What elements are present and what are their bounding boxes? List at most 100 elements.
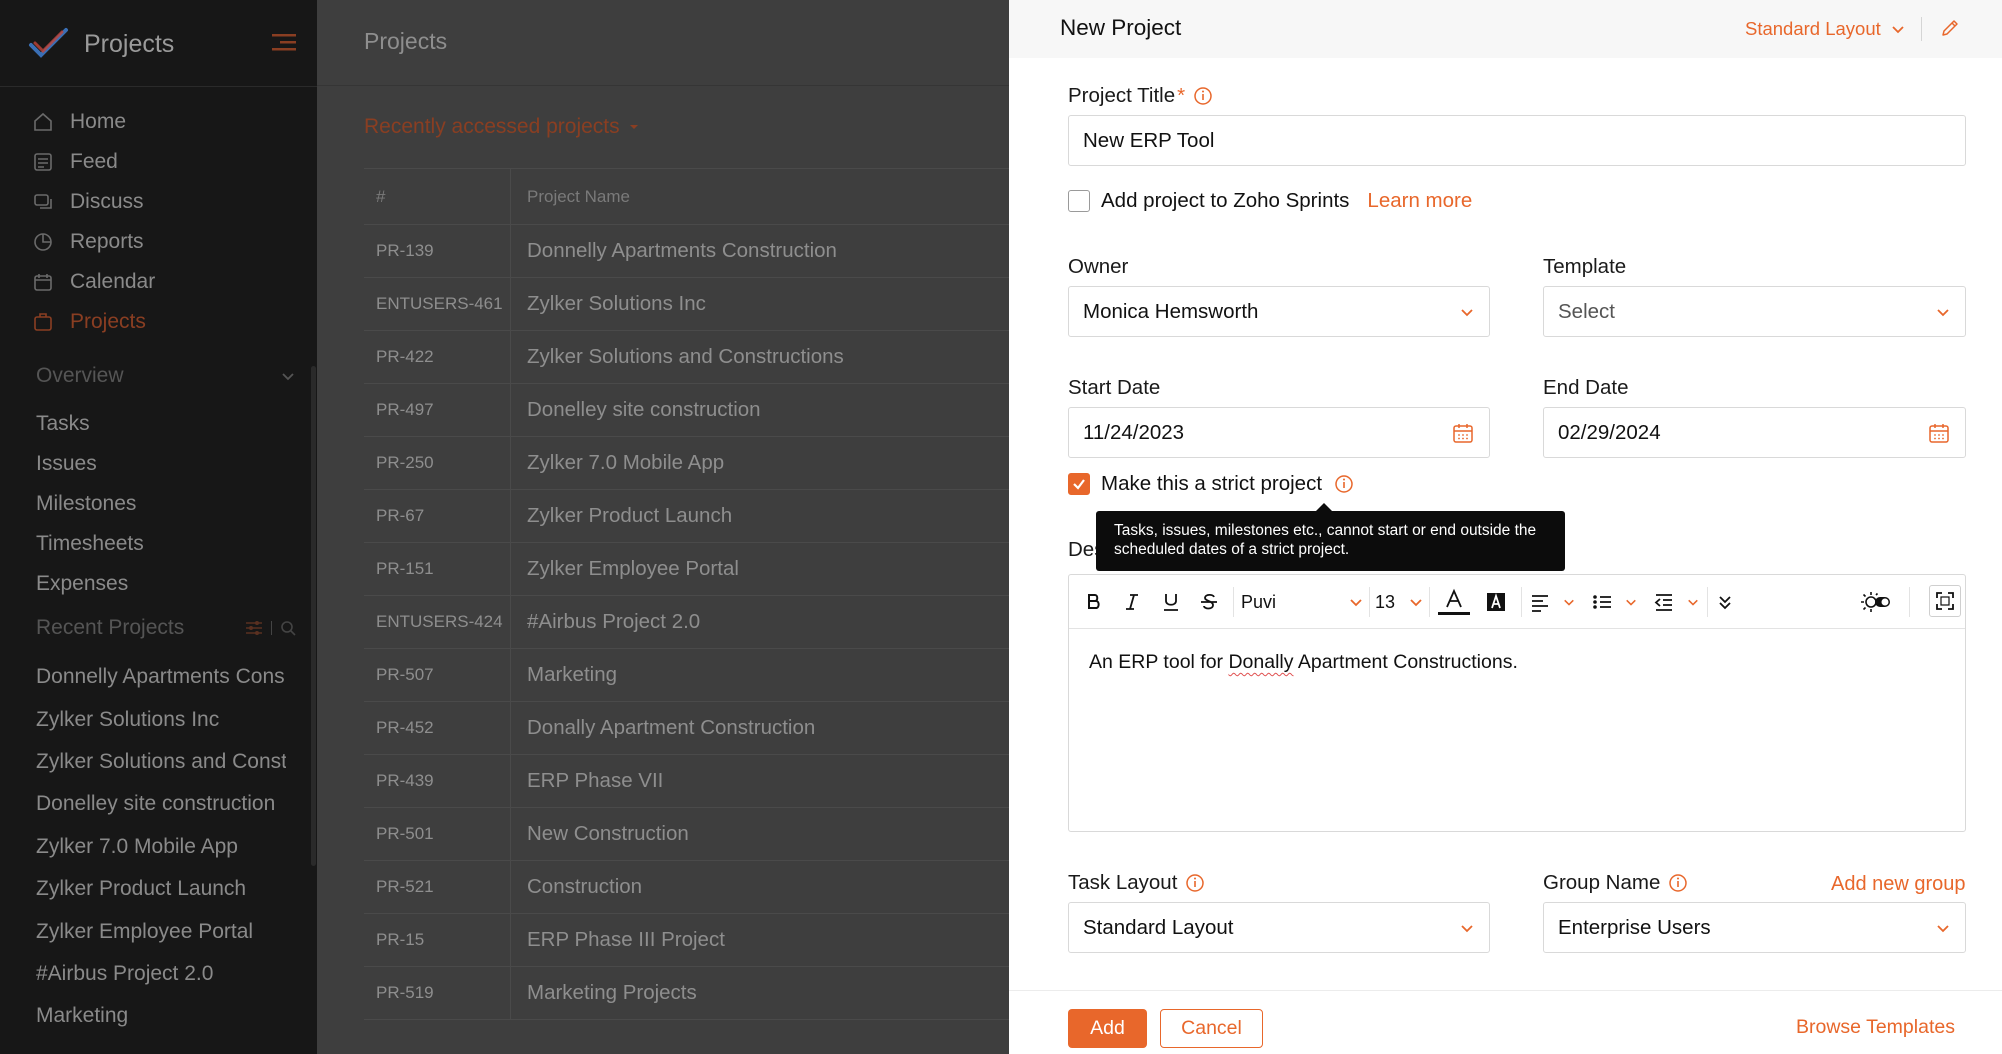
project-name[interactable]: Zylker Solutions and Constructions <box>511 345 844 369</box>
sidebar-item-projects[interactable]: Projects <box>32 302 302 342</box>
layout-dropdown[interactable]: Standard Layout <box>1745 18 1905 40</box>
content-text-start: An ERP tool for <box>1089 651 1229 673</box>
project-name[interactable]: Zylker Product Launch <box>511 504 732 528</box>
start-date-input[interactable]: 11/24/2023 <box>1068 407 1490 458</box>
end-date-label: End Date <box>1543 376 1629 399</box>
recent-project-item[interactable]: Zylker Product Launch <box>36 868 286 910</box>
list-dropdown[interactable] <box>1591 589 1637 615</box>
theme-toggle-button[interactable] <box>1859 589 1893 615</box>
table-row[interactable]: PR-422 Zylker Solutions and Constructions <box>364 331 1009 384</box>
strict-project-checkbox[interactable] <box>1068 473 1090 495</box>
info-icon[interactable] <box>1668 873 1688 893</box>
sidebar-item-tasks[interactable]: Tasks <box>36 404 296 444</box>
fullscreen-button[interactable] <box>1929 585 1961 617</box>
table-row[interactable]: ENTUSERS-424 #Airbus Project 2.0 <box>364 596 1009 649</box>
table-row[interactable]: PR-250 Zylker 7.0 Mobile App <box>364 437 1009 490</box>
filter-icon[interactable] <box>245 620 263 636</box>
recent-project-item[interactable]: Donelley site construction <box>36 783 286 825</box>
table-row[interactable]: PR-452 Donally Apartment Construction <box>364 702 1009 755</box>
add-new-group-link[interactable]: Add new group <box>1831 873 1966 896</box>
calendar-icon[interactable] <box>1451 421 1475 445</box>
table-row[interactable]: PR-67 Zylker Product Launch <box>364 490 1009 543</box>
recent-project-item[interactable]: Zylker Solutions and Const <box>36 741 286 783</box>
sidebar-item-reports[interactable]: Reports <box>32 222 302 262</box>
template-select[interactable]: Select <box>1543 286 1966 337</box>
description-editor[interactable]: Puvi 13 An ERP tool for Donally Apartmen… <box>1068 574 1966 832</box>
indent-dropdown[interactable] <box>1653 589 1699 615</box>
overview-section-header[interactable]: Overview <box>36 364 296 388</box>
checkmark-icon <box>1073 479 1085 490</box>
calendar-icon[interactable] <box>1927 421 1951 445</box>
font-size-select[interactable]: 13 <box>1375 589 1423 615</box>
strikethrough-button[interactable] <box>1196 589 1222 615</box>
project-name[interactable]: Marketing <box>511 663 617 687</box>
sidebar-item-milestones[interactable]: Milestones <box>36 484 296 524</box>
table-row[interactable]: PR-497 Donelley site construction <box>364 384 1009 437</box>
learn-more-link[interactable]: Learn more <box>1367 189 1472 213</box>
project-name[interactable]: New Construction <box>511 822 689 846</box>
project-name[interactable]: Donally Apartment Construction <box>511 716 815 740</box>
underline-button[interactable] <box>1158 589 1184 615</box>
project-name[interactable]: ERP Phase III Project <box>511 928 725 952</box>
project-name[interactable]: ERP Phase VII <box>511 769 663 793</box>
highlight-color-button[interactable] <box>1483 589 1509 615</box>
table-row[interactable]: PR-501 New Construction <box>364 808 1009 861</box>
bold-button[interactable] <box>1081 589 1107 615</box>
sidebar-item-feed[interactable]: Feed <box>32 142 302 182</box>
table-row[interactable]: PR-439 ERP Phase VII <box>364 755 1009 808</box>
sidebar-item-discuss[interactable]: Discuss <box>32 182 302 222</box>
brand[interactable]: Projects <box>28 24 174 64</box>
add-button[interactable]: Add <box>1068 1009 1147 1048</box>
project-name[interactable]: Donelley site construction <box>511 398 761 422</box>
recent-project-item[interactable]: #Airbus Project 2.0 <box>36 953 286 995</box>
project-name[interactable]: Construction <box>511 875 642 899</box>
table-row[interactable]: PR-521 Construction <box>364 861 1009 914</box>
project-name[interactable]: Donnelly Apartments Construction <box>511 239 837 263</box>
recent-project-item[interactable]: Zylker Solutions Inc <box>36 698 286 740</box>
info-icon[interactable] <box>1334 474 1354 494</box>
task-layout-select[interactable]: Standard Layout <box>1068 902 1490 953</box>
project-name[interactable]: Zylker Solutions Inc <box>511 292 706 316</box>
sidebar-scrollbar[interactable] <box>311 366 316 866</box>
sprints-checkbox[interactable] <box>1068 190 1090 212</box>
recently-accessed-dropdown[interactable]: Recently accessed projects <box>364 115 640 139</box>
font-family-select[interactable]: Puvi <box>1241 589 1363 615</box>
project-name[interactable]: Marketing Projects <box>511 981 697 1005</box>
tooltip-text: Tasks, issues, milestones etc., cannot s… <box>1114 522 1537 558</box>
collapse-menu-icon[interactable] <box>272 32 296 52</box>
project-title-input[interactable]: New ERP Tool <box>1068 115 1966 166</box>
more-options-button[interactable] <box>1713 589 1737 615</box>
sidebar-item-calendar[interactable]: Calendar <box>32 262 302 302</box>
recent-project-item[interactable]: Marketing <box>36 995 286 1037</box>
table-row[interactable]: PR-519 Marketing Projects <box>364 967 1009 1020</box>
editor-content[interactable]: An ERP tool for Donally Apartment Constr… <box>1089 651 1518 674</box>
cancel-button[interactable]: Cancel <box>1160 1009 1263 1048</box>
table-row[interactable]: PR-139 Donnelly Apartments Construction <box>364 225 1009 278</box>
end-date-input[interactable]: 02/29/2024 <box>1543 407 1966 458</box>
align-dropdown[interactable] <box>1529 589 1575 615</box>
group-name-select[interactable]: Enterprise Users <box>1543 902 1966 953</box>
recent-project-item[interactable]: Donnelly Apartments Cons <box>36 656 286 698</box>
italic-button[interactable] <box>1119 589 1145 615</box>
search-icon[interactable] <box>280 620 296 636</box>
recent-project-item[interactable]: Zylker Employee Portal <box>36 910 286 952</box>
edit-pencil-icon[interactable] <box>1939 17 1961 39</box>
table-row[interactable]: PR-15 ERP Phase III Project <box>364 914 1009 967</box>
browse-templates-link[interactable]: Browse Templates <box>1796 1016 1955 1039</box>
table-row[interactable]: ENTUSERS-461 Zylker Solutions Inc <box>364 278 1009 331</box>
text-color-button[interactable] <box>1437 588 1471 615</box>
recent-project-item[interactable]: Zylker 7.0 Mobile App <box>36 826 286 868</box>
project-name[interactable]: Zylker Employee Portal <box>511 557 739 581</box>
table-row[interactable]: PR-151 Zylker Employee Portal <box>364 543 1009 596</box>
sidebar-item-timesheets[interactable]: Timesheets <box>36 524 296 564</box>
project-name[interactable]: #Airbus Project 2.0 <box>511 610 700 634</box>
project-name[interactable]: Zylker 7.0 Mobile App <box>511 451 724 475</box>
sidebar-item-issues[interactable]: Issues <box>36 444 296 484</box>
info-icon[interactable] <box>1185 873 1205 893</box>
sidebar-item-home[interactable]: Home <box>32 102 302 142</box>
info-icon[interactable] <box>1193 86 1213 106</box>
owner-select[interactable]: Monica Hemsworth <box>1068 286 1490 337</box>
sidebar-item-expenses[interactable]: Expenses <box>36 564 296 604</box>
project-title-label: Project Title * <box>1068 84 1213 108</box>
table-row[interactable]: PR-507 Marketing <box>364 649 1009 702</box>
